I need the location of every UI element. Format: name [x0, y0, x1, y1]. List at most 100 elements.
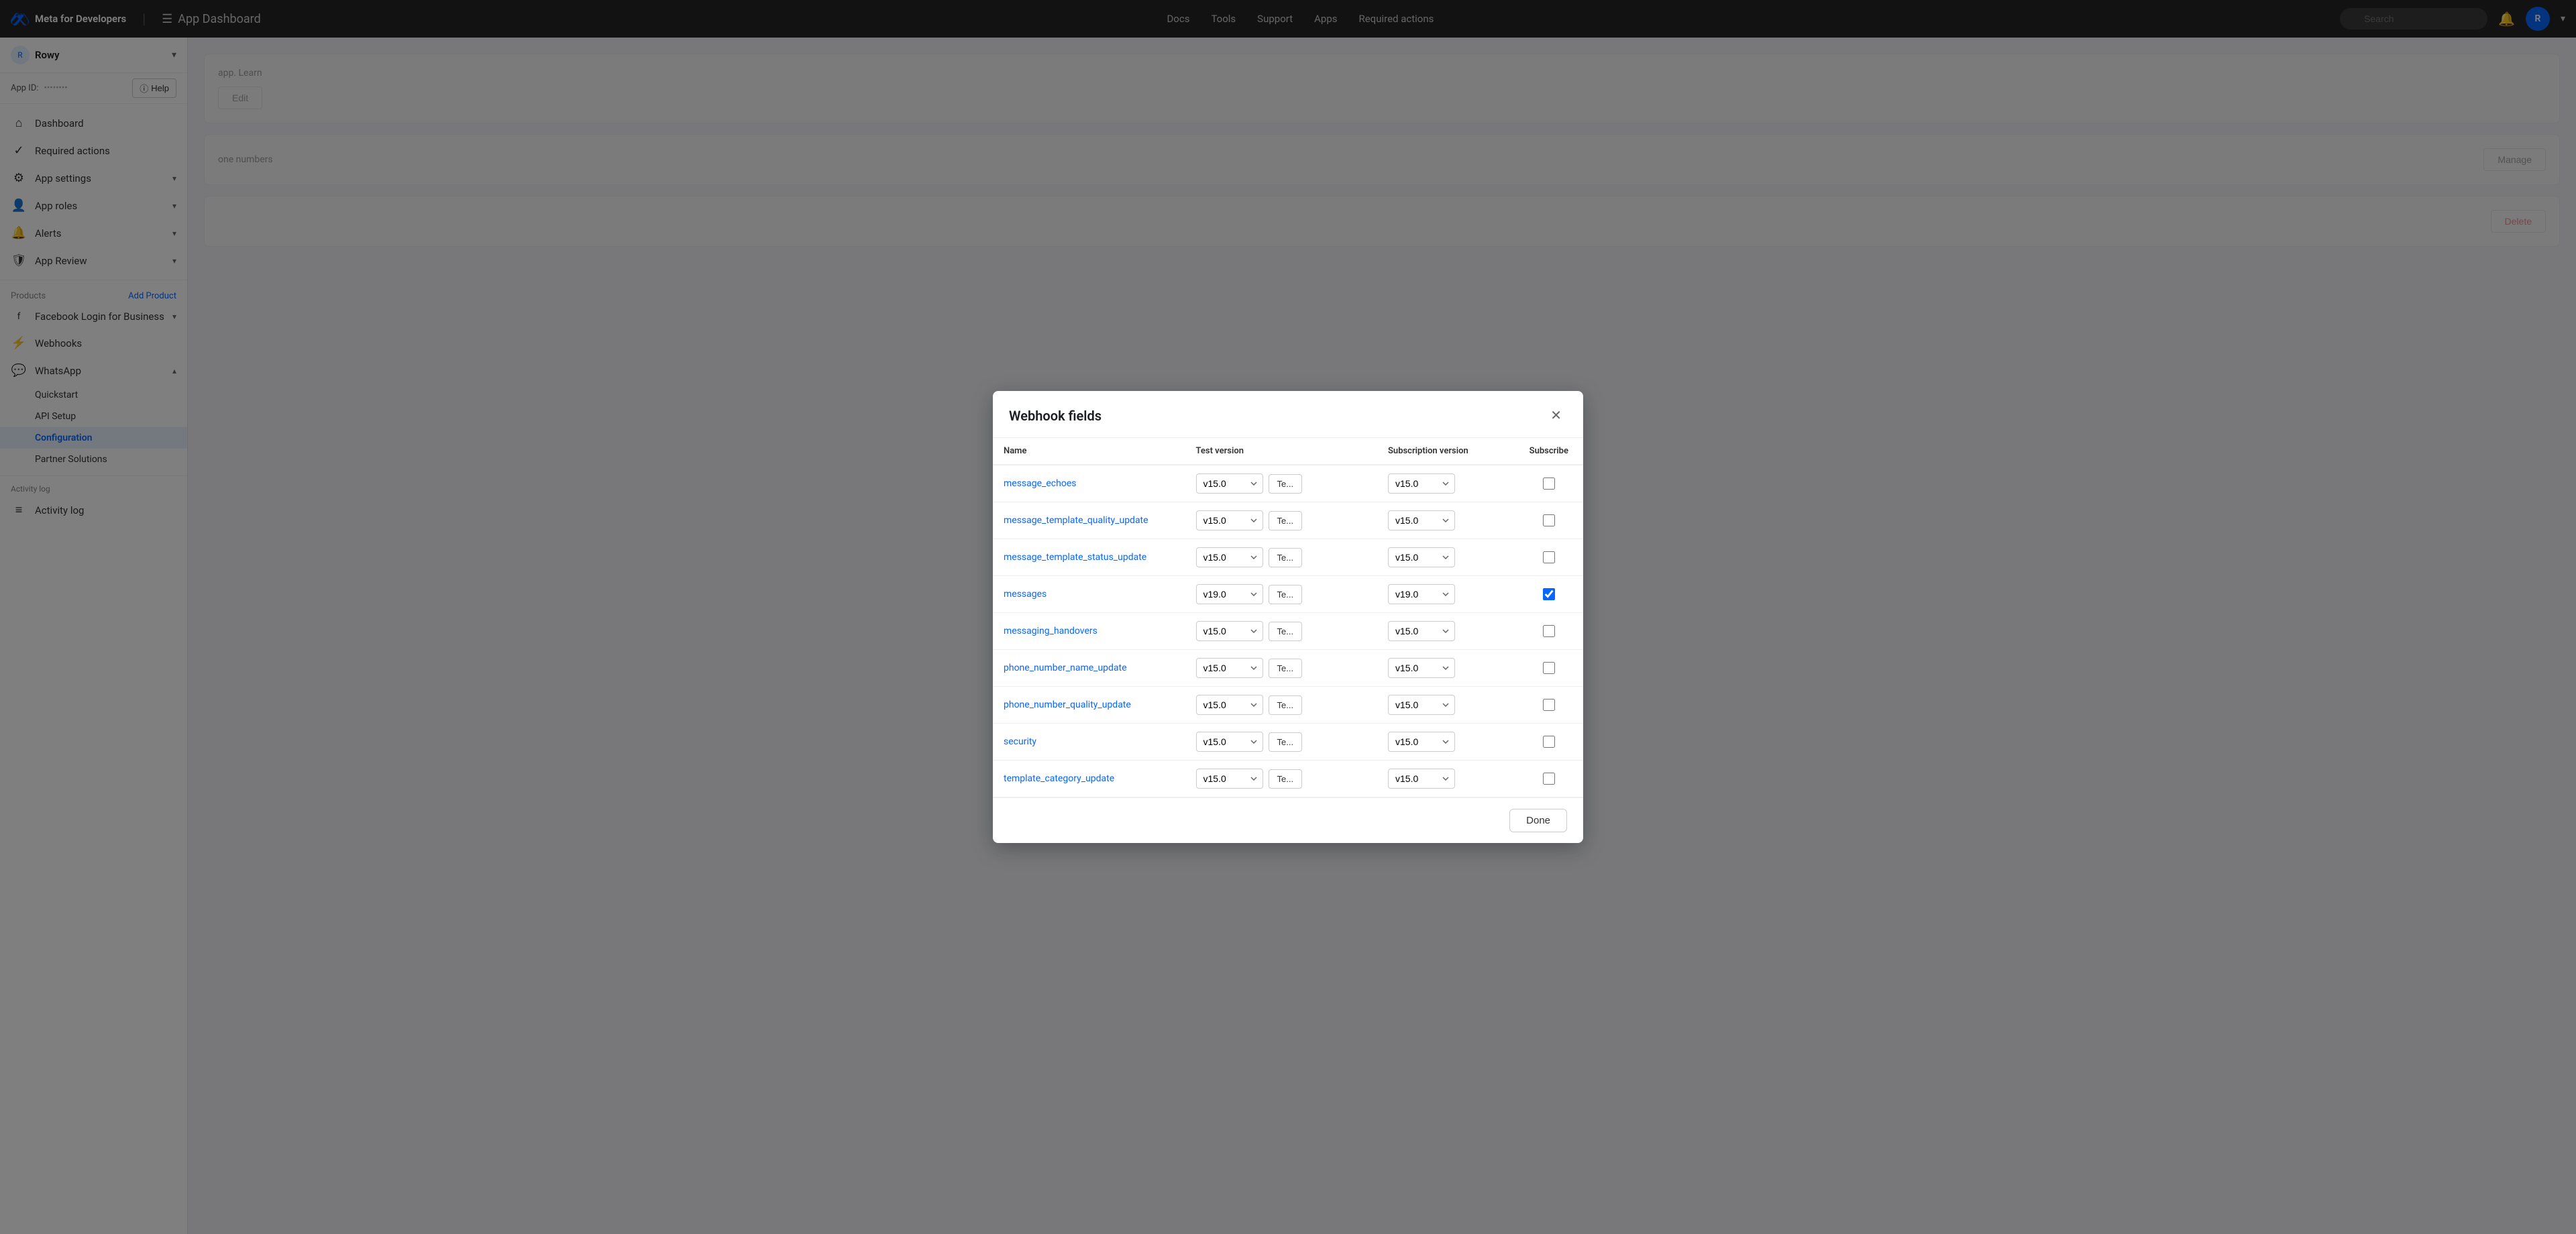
test-version-select-6[interactable]: v15.0v16.0v17.0v18.0v19.0v20.0 — [1196, 695, 1263, 715]
test-version-cell-6: v15.0v16.0v17.0v18.0v19.0v20.0 Te... — [1185, 687, 1378, 724]
modal-close-button[interactable]: ✕ — [1545, 404, 1567, 427]
table-header-row: Name Test version Subscription version S… — [993, 438, 1583, 465]
subscribe-cell-8 — [1515, 761, 1583, 797]
sub-version-cell-4: v15.0v16.0v17.0v18.0v19.0v20.0 — [1377, 613, 1515, 650]
test-version-cell-7: v15.0v16.0v17.0v18.0v19.0v20.0 Te... — [1185, 724, 1378, 761]
test-button-0[interactable]: Te... — [1269, 474, 1303, 494]
subscribe-checkbox-3[interactable] — [1543, 588, 1555, 600]
subscribe-checkbox-4[interactable] — [1543, 625, 1555, 637]
test-button-5[interactable]: Te... — [1269, 659, 1303, 678]
webhook-name-cell-7: security — [993, 724, 1185, 761]
sub-version-cell-5: v15.0v16.0v17.0v18.0v19.0v20.0 — [1377, 650, 1515, 687]
modal-footer: Done — [993, 797, 1583, 843]
sub-version-cell-8: v15.0v16.0v17.0v18.0v19.0v20.0 — [1377, 761, 1515, 797]
modal-overlay: Webhook fields ✕ Name Test version Subsc… — [0, 0, 2576, 1234]
table-row: message_echoes v15.0v16.0v17.0v18.0v19.0v… — [993, 465, 1583, 502]
sub-version-select-1[interactable]: v15.0v16.0v17.0v18.0v19.0v20.0 — [1388, 510, 1455, 530]
sub-version-cell-3: v15.0v16.0v17.0v18.0v19.0v20.0 — [1377, 576, 1515, 613]
test-button-3[interactable]: Te... — [1269, 585, 1303, 604]
test-version-select-5[interactable]: v15.0v16.0v17.0v18.0v19.0v20.0 — [1196, 658, 1263, 678]
subscribe-cell-2 — [1515, 539, 1583, 576]
test-button-6[interactable]: Te... — [1269, 695, 1303, 715]
webhook-name-link-4[interactable]: messaging_handovers — [1004, 626, 1097, 636]
table-row: phone_number_quality_update v15.0v16.0v17… — [993, 687, 1583, 724]
test-button-2[interactable]: Te... — [1269, 548, 1303, 567]
subscribe-checkbox-8[interactable] — [1543, 773, 1555, 785]
subscribe-checkbox-0[interactable] — [1543, 478, 1555, 490]
modal-body[interactable]: Name Test version Subscription version S… — [993, 438, 1583, 797]
sub-version-cell-1: v15.0v16.0v17.0v18.0v19.0v20.0 — [1377, 502, 1515, 539]
table-row: message_template_quality_update v15.0v16.… — [993, 502, 1583, 539]
test-button-1[interactable]: Te... — [1269, 511, 1303, 530]
subscribe-cell-6 — [1515, 687, 1583, 724]
modal-title: Webhook fields — [1009, 408, 1102, 424]
subscribe-checkbox-1[interactable] — [1543, 514, 1555, 526]
sub-version-select-7[interactable]: v15.0v16.0v17.0v18.0v19.0v20.0 — [1388, 732, 1455, 752]
webhook-name-link-7[interactable]: security — [1004, 736, 1036, 747]
subscribe-cell-3 — [1515, 576, 1583, 613]
webhook-table: Name Test version Subscription version S… — [993, 438, 1583, 797]
test-button-4[interactable]: Te... — [1269, 622, 1303, 641]
webhook-name-link-5[interactable]: phone_number_name_update — [1004, 663, 1127, 673]
test-button-8[interactable]: Te... — [1269, 769, 1303, 789]
subscribe-checkbox-5[interactable] — [1543, 662, 1555, 674]
sub-version-cell-6: v15.0v16.0v17.0v18.0v19.0v20.0 — [1377, 687, 1515, 724]
webhook-name-cell-0: message_echoes — [993, 465, 1185, 502]
sub-version-select-2[interactable]: v15.0v16.0v17.0v18.0v19.0v20.0 — [1388, 547, 1455, 567]
webhook-name-cell-5: phone_number_name_update — [993, 650, 1185, 687]
col-name-header: Name — [993, 438, 1185, 465]
test-version-cell-1: v15.0v16.0v17.0v18.0v19.0v20.0 Te... — [1185, 502, 1378, 539]
subscribe-cell-4 — [1515, 613, 1583, 650]
sub-version-select-6[interactable]: v15.0v16.0v17.0v18.0v19.0v20.0 — [1388, 695, 1455, 715]
webhook-name-cell-4: messaging_handovers — [993, 613, 1185, 650]
test-version-cell-2: v15.0v16.0v17.0v18.0v19.0v20.0 Te... — [1185, 539, 1378, 576]
table-row: messaging_handovers v15.0v16.0v17.0v18.0v… — [993, 613, 1583, 650]
webhook-name-link-6[interactable]: phone_number_quality_update — [1004, 699, 1131, 710]
sub-version-select-3[interactable]: v15.0v16.0v17.0v18.0v19.0v20.0 — [1388, 584, 1455, 604]
sub-version-cell-7: v15.0v16.0v17.0v18.0v19.0v20.0 — [1377, 724, 1515, 761]
subscribe-checkbox-6[interactable] — [1543, 699, 1555, 711]
webhook-name-link-8[interactable]: template_category_update — [1004, 773, 1114, 784]
done-button[interactable]: Done — [1509, 809, 1567, 832]
subscribe-checkbox-2[interactable] — [1543, 551, 1555, 563]
test-version-select-0[interactable]: v15.0v16.0v17.0v18.0v19.0v20.0 — [1196, 473, 1263, 494]
subscribe-checkbox-7[interactable] — [1543, 736, 1555, 748]
sub-version-select-8[interactable]: v15.0v16.0v17.0v18.0v19.0v20.0 — [1388, 769, 1455, 789]
test-version-cell-0: v15.0v16.0v17.0v18.0v19.0v20.0 Te... — [1185, 465, 1378, 502]
test-version-select-4[interactable]: v15.0v16.0v17.0v18.0v19.0v20.0 — [1196, 621, 1263, 641]
test-button-7[interactable]: Te... — [1269, 732, 1303, 752]
sub-version-cell-0: v15.0v16.0v17.0v18.0v19.0v20.0 — [1377, 465, 1515, 502]
sub-version-cell-2: v15.0v16.0v17.0v18.0v19.0v20.0 — [1377, 539, 1515, 576]
subscribe-cell-7 — [1515, 724, 1583, 761]
webhook-name-link-1[interactable]: message_template_quality_update — [1004, 515, 1148, 526]
webhook-name-cell-8: template_category_update — [993, 761, 1185, 797]
test-version-select-2[interactable]: v15.0v16.0v17.0v18.0v19.0v20.0 — [1196, 547, 1263, 567]
sub-version-select-4[interactable]: v15.0v16.0v17.0v18.0v19.0v20.0 — [1388, 621, 1455, 641]
table-row: messages v15.0v16.0v17.0v18.0v19.0v20.0 Te… — [993, 576, 1583, 613]
table-row: security v15.0v16.0v17.0v18.0v19.0v20.0 Te… — [993, 724, 1583, 761]
test-version-select-3[interactable]: v15.0v16.0v17.0v18.0v19.0v20.0 — [1196, 584, 1263, 604]
sub-version-select-0[interactable]: v15.0v16.0v17.0v18.0v19.0v20.0 — [1388, 473, 1455, 494]
test-version-select-8[interactable]: v15.0v16.0v17.0v18.0v19.0v20.0 — [1196, 769, 1263, 789]
table-row: message_template_status_update v15.0v16.0… — [993, 539, 1583, 576]
test-version-select-1[interactable]: v15.0v16.0v17.0v18.0v19.0v20.0 — [1196, 510, 1263, 530]
table-row: phone_number_name_update v15.0v16.0v17.0v… — [993, 650, 1583, 687]
col-subscribe-header: Subscribe — [1515, 438, 1583, 465]
col-sub-version-header: Subscription version — [1377, 438, 1515, 465]
webhook-name-cell-6: phone_number_quality_update — [993, 687, 1185, 724]
webhook-name-link-0[interactable]: message_echoes — [1004, 478, 1076, 489]
subscribe-cell-5 — [1515, 650, 1583, 687]
subscribe-cell-0 — [1515, 465, 1583, 502]
test-version-cell-5: v15.0v16.0v17.0v18.0v19.0v20.0 Te... — [1185, 650, 1378, 687]
webhook-name-cell-1: message_template_quality_update — [993, 502, 1185, 539]
sub-version-select-5[interactable]: v15.0v16.0v17.0v18.0v19.0v20.0 — [1388, 658, 1455, 678]
webhook-name-link-3[interactable]: messages — [1004, 589, 1046, 600]
test-version-select-7[interactable]: v15.0v16.0v17.0v18.0v19.0v20.0 — [1196, 732, 1263, 752]
test-version-cell-8: v15.0v16.0v17.0v18.0v19.0v20.0 Te... — [1185, 761, 1378, 797]
webhook-name-cell-3: messages — [993, 576, 1185, 613]
webhook-name-link-2[interactable]: message_template_status_update — [1004, 552, 1146, 563]
col-test-header: Test version — [1185, 438, 1378, 465]
table-row: template_category_update v15.0v16.0v17.0v… — [993, 761, 1583, 797]
webhook-name-cell-2: message_template_status_update — [993, 539, 1185, 576]
test-version-cell-3: v15.0v16.0v17.0v18.0v19.0v20.0 Te... — [1185, 576, 1378, 613]
